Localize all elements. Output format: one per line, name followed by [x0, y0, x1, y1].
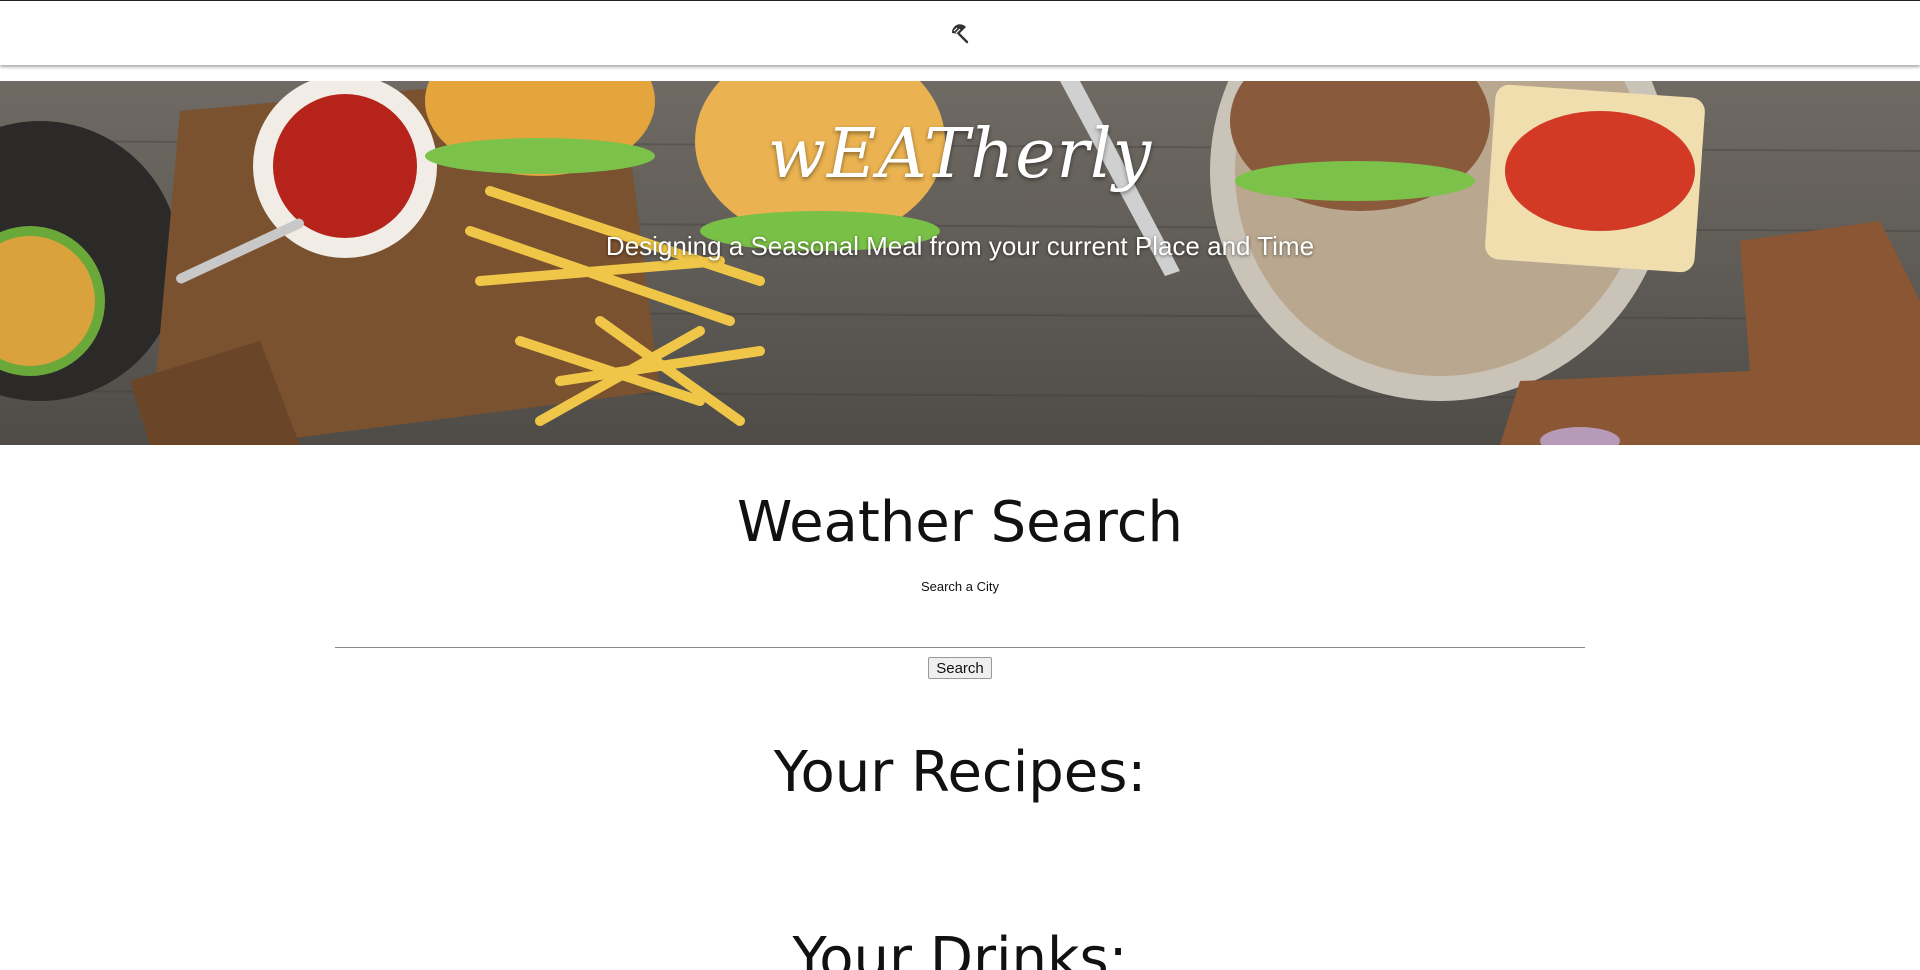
recipes-heading: Your Recipes: [773, 740, 1147, 805]
hero-banner: wEATherly Designing a Seasonal Meal from… [0, 81, 1920, 445]
search-city-label: Search a City [920, 579, 1000, 594]
umbrella-icon[interactable] [948, 21, 972, 45]
city-search-input[interactable] [335, 618, 1585, 648]
search-button[interactable]: Search [928, 657, 992, 679]
weather-search-heading: Weather Search [737, 490, 1183, 555]
site-title: wEATherly [767, 115, 1153, 194]
site-subtitle: Designing a Seasonal Meal from your curr… [605, 231, 1315, 261]
top-navbar [0, 0, 1920, 65]
drinks-heading: Your Drinks: [792, 926, 1128, 970]
